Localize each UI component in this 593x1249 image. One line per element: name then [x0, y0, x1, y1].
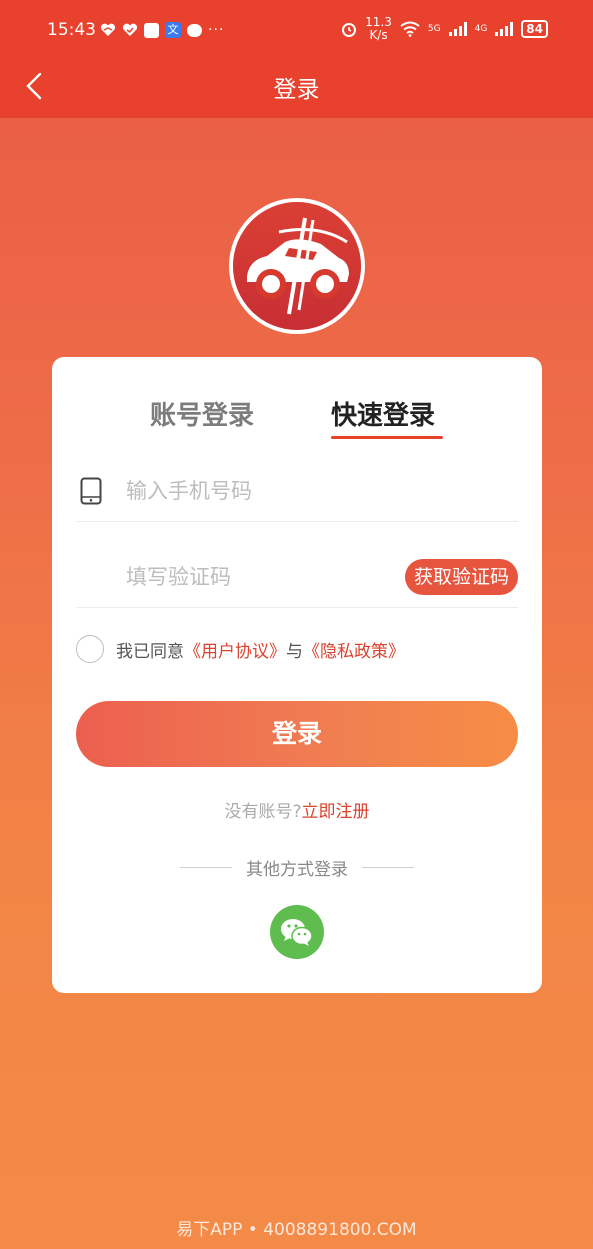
get-code-button[interactable]: 获取验证码 — [404, 559, 518, 595]
phone-icon — [80, 477, 102, 505]
alarm-icon — [342, 23, 357, 37]
wifi-icon — [400, 21, 420, 37]
register-row: 没有账号?立即注册 — [52, 797, 542, 822]
tab-account-login[interactable]: 账号登录 — [150, 395, 254, 432]
heart-double-icon — [100, 23, 116, 36]
login-card: 账号登录 快速登录 获取验证码 我已同意 《用户协议》 与 《隐私政策》 登录 … — [52, 357, 542, 993]
nav-bar: 登录 — [0, 60, 593, 118]
signal-bars-icon — [495, 22, 514, 36]
signal-label-2: 4G — [474, 24, 488, 34]
agreement-row: 我已同意 《用户协议》 与 《隐私政策》 — [76, 633, 405, 665]
agreement-and: 与 — [286, 641, 303, 662]
more-dots-icon: ··· — [208, 22, 225, 38]
active-tab-indicator — [331, 436, 443, 439]
user-agreement-link[interactable]: 《用户协议》 — [184, 637, 286, 662]
car-logo-icon — [233, 202, 361, 330]
app-logo — [229, 198, 365, 334]
privacy-policy-link[interactable]: 《隐私政策》 — [303, 637, 405, 662]
bag-icon — [144, 22, 159, 38]
signal-label-1: 5G — [427, 24, 441, 34]
phone-input[interactable] — [124, 473, 388, 509]
tab-quick-login[interactable]: 快速登录 — [331, 395, 435, 432]
other-login-divider: 其他方式登录 — [170, 855, 424, 880]
net-speed: 11.3 K/s — [365, 15, 392, 42]
register-question: 没有账号? — [224, 802, 302, 822]
code-row: 获取验证码 — [76, 545, 518, 608]
status-system-icons: 11.3 K/s 5G 4G 84 — [341, 16, 548, 42]
app-header: 15:43 文 ··· 11.3 K/s 5G 4G 84 登录 — [0, 0, 593, 118]
status-notification-icons: 文 ··· — [100, 22, 224, 38]
status-bar: 15:43 文 ··· 11.3 K/s 5G 4G 84 — [0, 0, 593, 60]
other-login-label: 其他方式登录 — [246, 859, 348, 880]
wechat-icon — [281, 919, 313, 946]
heart-check-icon — [122, 23, 138, 36]
translate-icon: 文 — [165, 22, 181, 38]
chat-bubble-icon — [187, 23, 202, 37]
status-time: 15:43 — [47, 20, 96, 40]
agreement-prefix: 我已同意 — [116, 641, 184, 662]
verification-code-input[interactable] — [124, 559, 388, 595]
phone-row — [76, 459, 518, 522]
divider-line — [362, 866, 414, 868]
register-link[interactable]: 立即注册 — [302, 802, 370, 822]
signal-bars-icon — [448, 22, 467, 36]
page-title: 登录 — [273, 77, 320, 103]
battery-icon: 84 — [521, 20, 548, 38]
wechat-login-button[interactable] — [270, 905, 324, 959]
divider-line — [180, 866, 232, 868]
agreement-checkbox[interactable] — [76, 635, 104, 663]
login-button[interactable]: 登录 — [76, 701, 518, 767]
watermark: 易下APP • 4008891800.COM — [176, 1220, 417, 1240]
